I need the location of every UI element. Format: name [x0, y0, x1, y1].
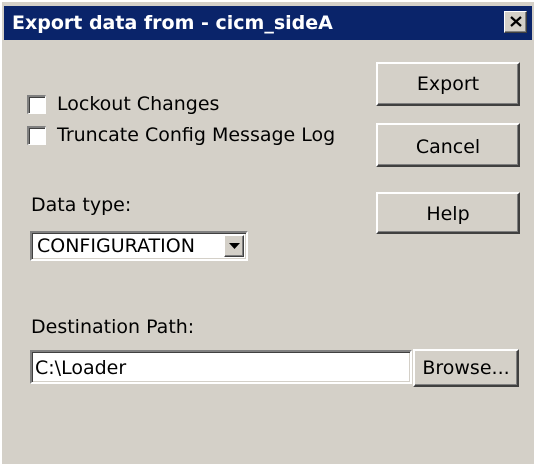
truncate-log-label: Truncate Config Message Log	[57, 124, 336, 146]
close-icon	[510, 16, 522, 27]
data-type-select[interactable]: CONFIGURATION	[30, 231, 248, 261]
cancel-button[interactable]: Cancel	[376, 123, 520, 167]
help-button[interactable]: Help	[376, 192, 520, 234]
browse-button[interactable]: Browse...	[413, 349, 519, 387]
help-button-label: Help	[426, 203, 470, 225]
browse-button-label: Browse...	[422, 357, 510, 379]
window-title: Export data from - cicm_sideA	[12, 12, 333, 34]
export-dialog: Export data from - cicm_sideA Lockout Ch…	[0, 0, 534, 464]
lockout-changes-label: Lockout Changes	[57, 93, 220, 115]
lockout-changes-option[interactable]: Lockout Changes	[27, 93, 327, 117]
destination-path-value: C:\Loader	[35, 357, 127, 379]
destination-path-field[interactable]: C:\Loader	[30, 350, 412, 384]
truncate-log-option[interactable]: Truncate Config Message Log	[27, 124, 347, 148]
data-type-label: Data type:	[31, 194, 132, 216]
truncate-log-checkbox[interactable]	[27, 126, 46, 145]
lockout-changes-checkbox[interactable]	[27, 95, 46, 114]
title-bar[interactable]: Export data from - cicm_sideA	[4, 6, 532, 40]
data-type-dropdown-button[interactable]	[224, 235, 244, 257]
destination-path-label: Destination Path:	[31, 316, 195, 338]
export-button-label: Export	[416, 73, 480, 95]
cancel-button-label: Cancel	[415, 136, 481, 158]
export-button[interactable]: Export	[376, 62, 520, 106]
chevron-down-icon	[229, 243, 240, 249]
data-type-value: CONFIGURATION	[37, 235, 195, 257]
close-button[interactable]	[504, 11, 527, 33]
